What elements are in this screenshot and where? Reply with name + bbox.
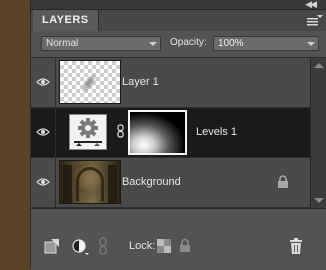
layer-row-background[interactable]: Background [31, 158, 310, 208]
panel-title-bar: LAYERS [31, 10, 326, 32]
layers-list: Layer 1 Levels 1 Background [31, 58, 310, 208]
layer-thumbnail [59, 60, 121, 104]
panel-collapse-strip: ◀◀ [31, 0, 326, 10]
lock-transparency-icon[interactable] [157, 239, 171, 253]
visibility-toggle[interactable] [31, 108, 56, 157]
photo-arch [76, 167, 104, 201]
layer-name: Layer 1 [122, 76, 159, 88]
brush-stroke-preview [78, 70, 100, 96]
blend-mode-select[interactable]: Normal [41, 36, 161, 51]
layer-row-layer-1[interactable]: Layer 1 [31, 58, 310, 108]
layers-panel: ◀◀ LAYERS Normal Opacity: 100% Layer 1 L… [30, 0, 326, 270]
chain-link-icon[interactable] [117, 124, 124, 138]
chevron-down-icon [149, 42, 157, 46]
eye-icon [36, 128, 50, 136]
lock-label: Lock: [129, 240, 156, 252]
layers-scrollbar[interactable] [310, 58, 326, 208]
opacity-field[interactable]: 100% [213, 36, 319, 51]
photo-pillar [108, 165, 117, 203]
collapse-panel-icon[interactable]: ◀◀ [305, 0, 317, 10]
panel-menu-icon[interactable] [307, 14, 323, 27]
layers-bottom-bar: Lock: [31, 208, 326, 270]
eye-icon [36, 78, 50, 86]
layer-row-levels-1[interactable]: Levels 1 [31, 108, 310, 158]
opacity-value: 100% [218, 38, 244, 49]
visibility-toggle[interactable] [31, 58, 56, 107]
scroll-down-icon[interactable] [314, 198, 324, 203]
adjustment-layer-icon[interactable] [72, 239, 90, 255]
trash-icon[interactable] [289, 238, 303, 254]
eye-icon [36, 178, 50, 186]
visibility-toggle[interactable] [31, 158, 56, 207]
lock-icon [278, 175, 288, 188]
layer-mask-thumbnail[interactable] [128, 110, 187, 155]
opacity-label: Opacity: [170, 37, 207, 48]
layers-tab[interactable]: LAYERS [33, 10, 99, 31]
levels-adjustment-icon [69, 114, 107, 150]
layer-name: Background [122, 176, 181, 188]
link-layers-icon[interactable] [99, 237, 107, 255]
chevron-down-icon [307, 42, 315, 46]
layer-thumbnail [59, 160, 121, 204]
photo-pillar [63, 165, 72, 203]
layer-name: Levels 1 [196, 126, 237, 138]
layer-options-bar: Normal Opacity: 100% [31, 31, 326, 58]
blend-mode-value: Normal [46, 38, 79, 49]
lock-all-icon[interactable] [179, 238, 191, 253]
new-layer-icon[interactable] [44, 239, 59, 254]
scroll-up-icon[interactable] [314, 63, 324, 68]
